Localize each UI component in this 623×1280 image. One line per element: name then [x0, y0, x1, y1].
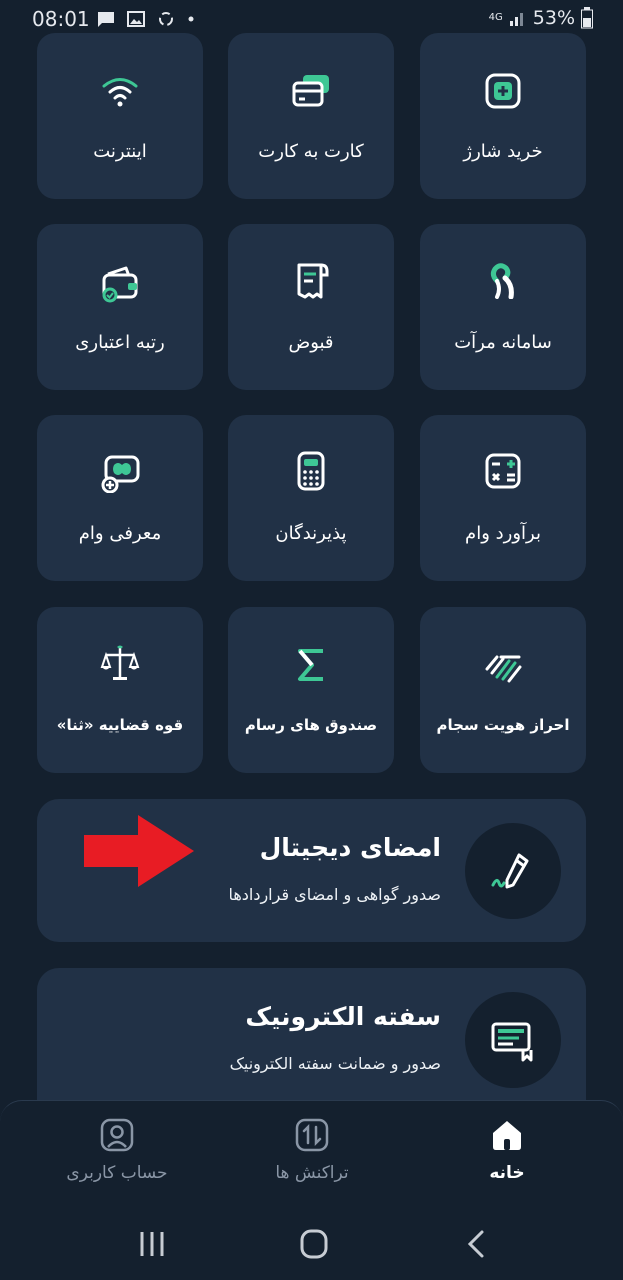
tile-internet[interactable]: اینترنت [37, 33, 203, 199]
nav-account[interactable]: حساب کاربری [37, 1101, 197, 1209]
recent-apps-icon[interactable] [132, 1226, 172, 1262]
tile-credit-rating[interactable]: رتبه اعتباری [37, 224, 203, 390]
card-title: امضای دیجیتال [259, 833, 441, 862]
home-button-icon[interactable] [294, 1226, 334, 1262]
wifi-icon [102, 78, 138, 107]
battery-percent: 53% [532, 7, 575, 29]
tile-label: سامانه مرآت [454, 332, 552, 353]
receipt-icon [297, 263, 329, 299]
pos-terminal-icon [297, 451, 325, 491]
nav-home[interactable]: خانه [427, 1101, 587, 1209]
tile-label: معرفی وام [78, 523, 162, 544]
sync-icon [159, 12, 173, 26]
wallet-check-icon [102, 266, 138, 303]
card-title: سفته الکترونیک [245, 1002, 441, 1031]
tile-label: خرید شارژ [463, 141, 543, 162]
tile-acceptors[interactable]: پذیرندگان [228, 415, 394, 581]
bottom-navigation: حساب کاربری تراکنش ها خانه [0, 1100, 623, 1209]
user-icon [100, 1118, 134, 1152]
back-icon[interactable] [456, 1226, 496, 1262]
tile-label: احراز هویت سجام [436, 716, 570, 734]
tile-buy-charge[interactable]: خرید شارژ [420, 33, 586, 199]
red-arrow-pointer [84, 815, 194, 887]
transactions-icon [295, 1118, 329, 1152]
pen-signature-icon [491, 853, 529, 889]
nav-transactions[interactable]: تراکنش ها [232, 1101, 392, 1209]
scales-icon [100, 645, 140, 680]
tile-label: برآورد وام [465, 523, 541, 544]
battery-icon [581, 7, 593, 29]
nav-label: حساب کاربری [66, 1163, 168, 1183]
tile-rasam-funds[interactable]: صندوق های رسام [228, 607, 394, 773]
network-type: 4G [488, 12, 503, 23]
calculator-icon [485, 453, 521, 489]
card-icon-circle [465, 823, 561, 919]
dot-icon [188, 16, 194, 22]
tile-card-to-card[interactable]: کارت به کارت [228, 33, 394, 199]
tile-label: صندوق های رسام [244, 716, 378, 734]
signal-icon [509, 13, 523, 26]
system-navigation-bar [0, 1208, 623, 1280]
nav-label: خانه [489, 1163, 525, 1183]
card-subtitle: صدور گواهی و امضای قراردادها [228, 885, 441, 904]
cards-icon [292, 75, 329, 107]
tile-label: اینترنت [93, 141, 147, 162]
home-icon [493, 1121, 521, 1150]
tile-label: قوه قضاییه «ثنا» [56, 716, 184, 734]
money-plus-icon [101, 455, 140, 493]
tile-label: قبوض [288, 332, 334, 353]
sigma-icon [298, 649, 323, 681]
card-icon-circle [465, 992, 561, 1088]
sejam-logo-icon [485, 655, 522, 683]
tile-sejam[interactable]: احراز هویت سجام [420, 607, 586, 773]
tile-label: پذیرندگان [275, 523, 347, 544]
status-time: 08:01 [32, 7, 90, 31]
tile-loan-estimate[interactable]: برآورد وام [420, 415, 586, 581]
tile-merat[interactable]: سامانه مرآت [420, 224, 586, 390]
nav-label: تراکنش ها [275, 1163, 349, 1183]
tile-bills[interactable]: قبوض [228, 224, 394, 390]
gallery-icon [127, 11, 145, 27]
tile-judiciary[interactable]: قوه قضاییه «ثنا» [37, 607, 203, 773]
promissory-note-icon [491, 1022, 533, 1062]
sim-card-plus-icon [485, 73, 521, 109]
message-icon [98, 12, 114, 27]
merat-logo-icon [490, 263, 514, 299]
tile-label: کارت به کارت [258, 141, 364, 162]
tile-label: رتبه اعتباری [75, 332, 165, 353]
tile-loan-introduce[interactable]: معرفی وام [37, 415, 203, 581]
card-subtitle: صدور و ضمانت سفته الکترونیک [229, 1054, 441, 1073]
